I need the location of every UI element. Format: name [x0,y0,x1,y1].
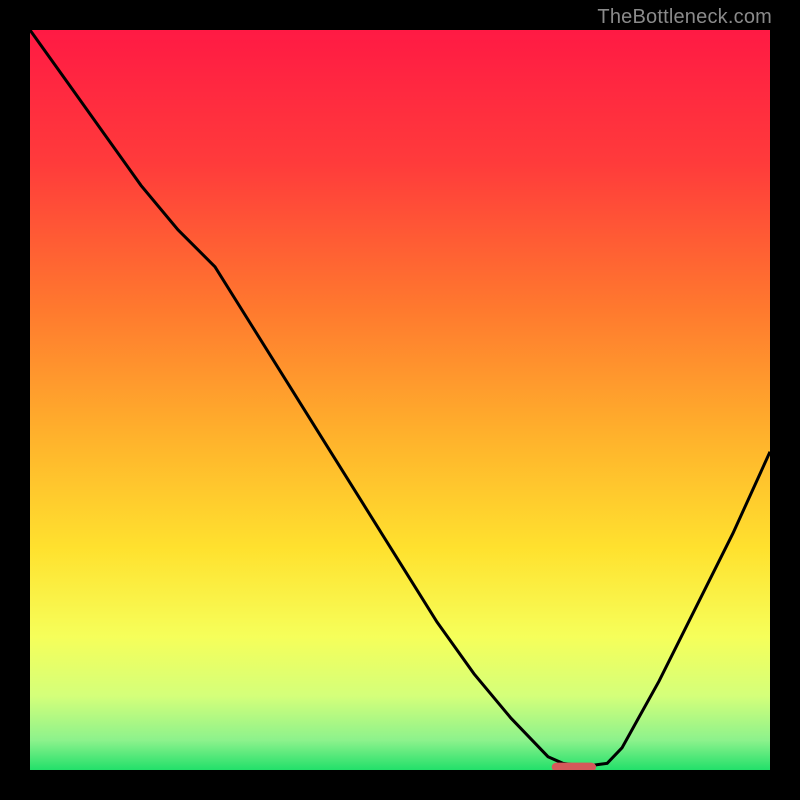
optimum-marker [552,763,596,770]
bottleneck-chart [30,30,770,770]
watermark-text: TheBottleneck.com [597,6,772,29]
heat-background [30,30,770,770]
